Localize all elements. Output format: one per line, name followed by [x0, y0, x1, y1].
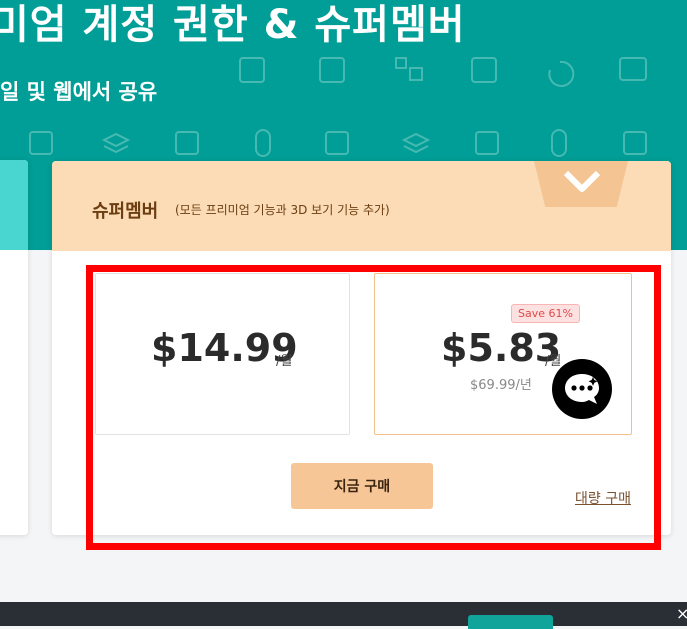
close-icon[interactable]: ×	[676, 602, 687, 626]
yearly-total-price: $69.99/년	[470, 378, 532, 393]
hero-subtitle: 일 및 웹에서 공유	[0, 80, 158, 104]
supermember-plan-card: 슈퍼멤버 (모든 프리미엄 기능과 3D 보기 기능 추가) $14.99 /월…	[52, 161, 671, 535]
plan-card-note: (모든 프리미엄 기능과 3D 보기 기능 추가)	[175, 203, 390, 217]
monthly-plan-option[interactable]: $14.99 /월	[95, 273, 350, 435]
plan-card-header: 슈퍼멤버 (모든 프리미엄 기능과 3D 보기 기능 추가)	[52, 161, 671, 251]
chat-button[interactable]	[552, 359, 612, 419]
hero-title: 미엄 계정 권한 & 슈퍼멤버	[0, 2, 466, 48]
chat-bubble-icon	[565, 374, 599, 404]
bottom-banner: ×	[0, 602, 687, 629]
monthly-price-unit: /월	[276, 354, 293, 369]
save-badge: Save 61%	[511, 304, 580, 323]
previous-plan-card	[0, 160, 28, 535]
chevron-down-icon	[563, 170, 601, 192]
buy-now-button[interactable]: 지금 구매	[291, 463, 433, 509]
plan-card-title: 슈퍼멤버	[92, 201, 159, 222]
bulk-purchase-link[interactable]: 대량 구매	[575, 488, 631, 508]
previous-plan-card-header	[0, 160, 28, 250]
bottom-banner-button[interactable]	[468, 615, 553, 629]
yearly-price: $5.83	[441, 326, 562, 370]
